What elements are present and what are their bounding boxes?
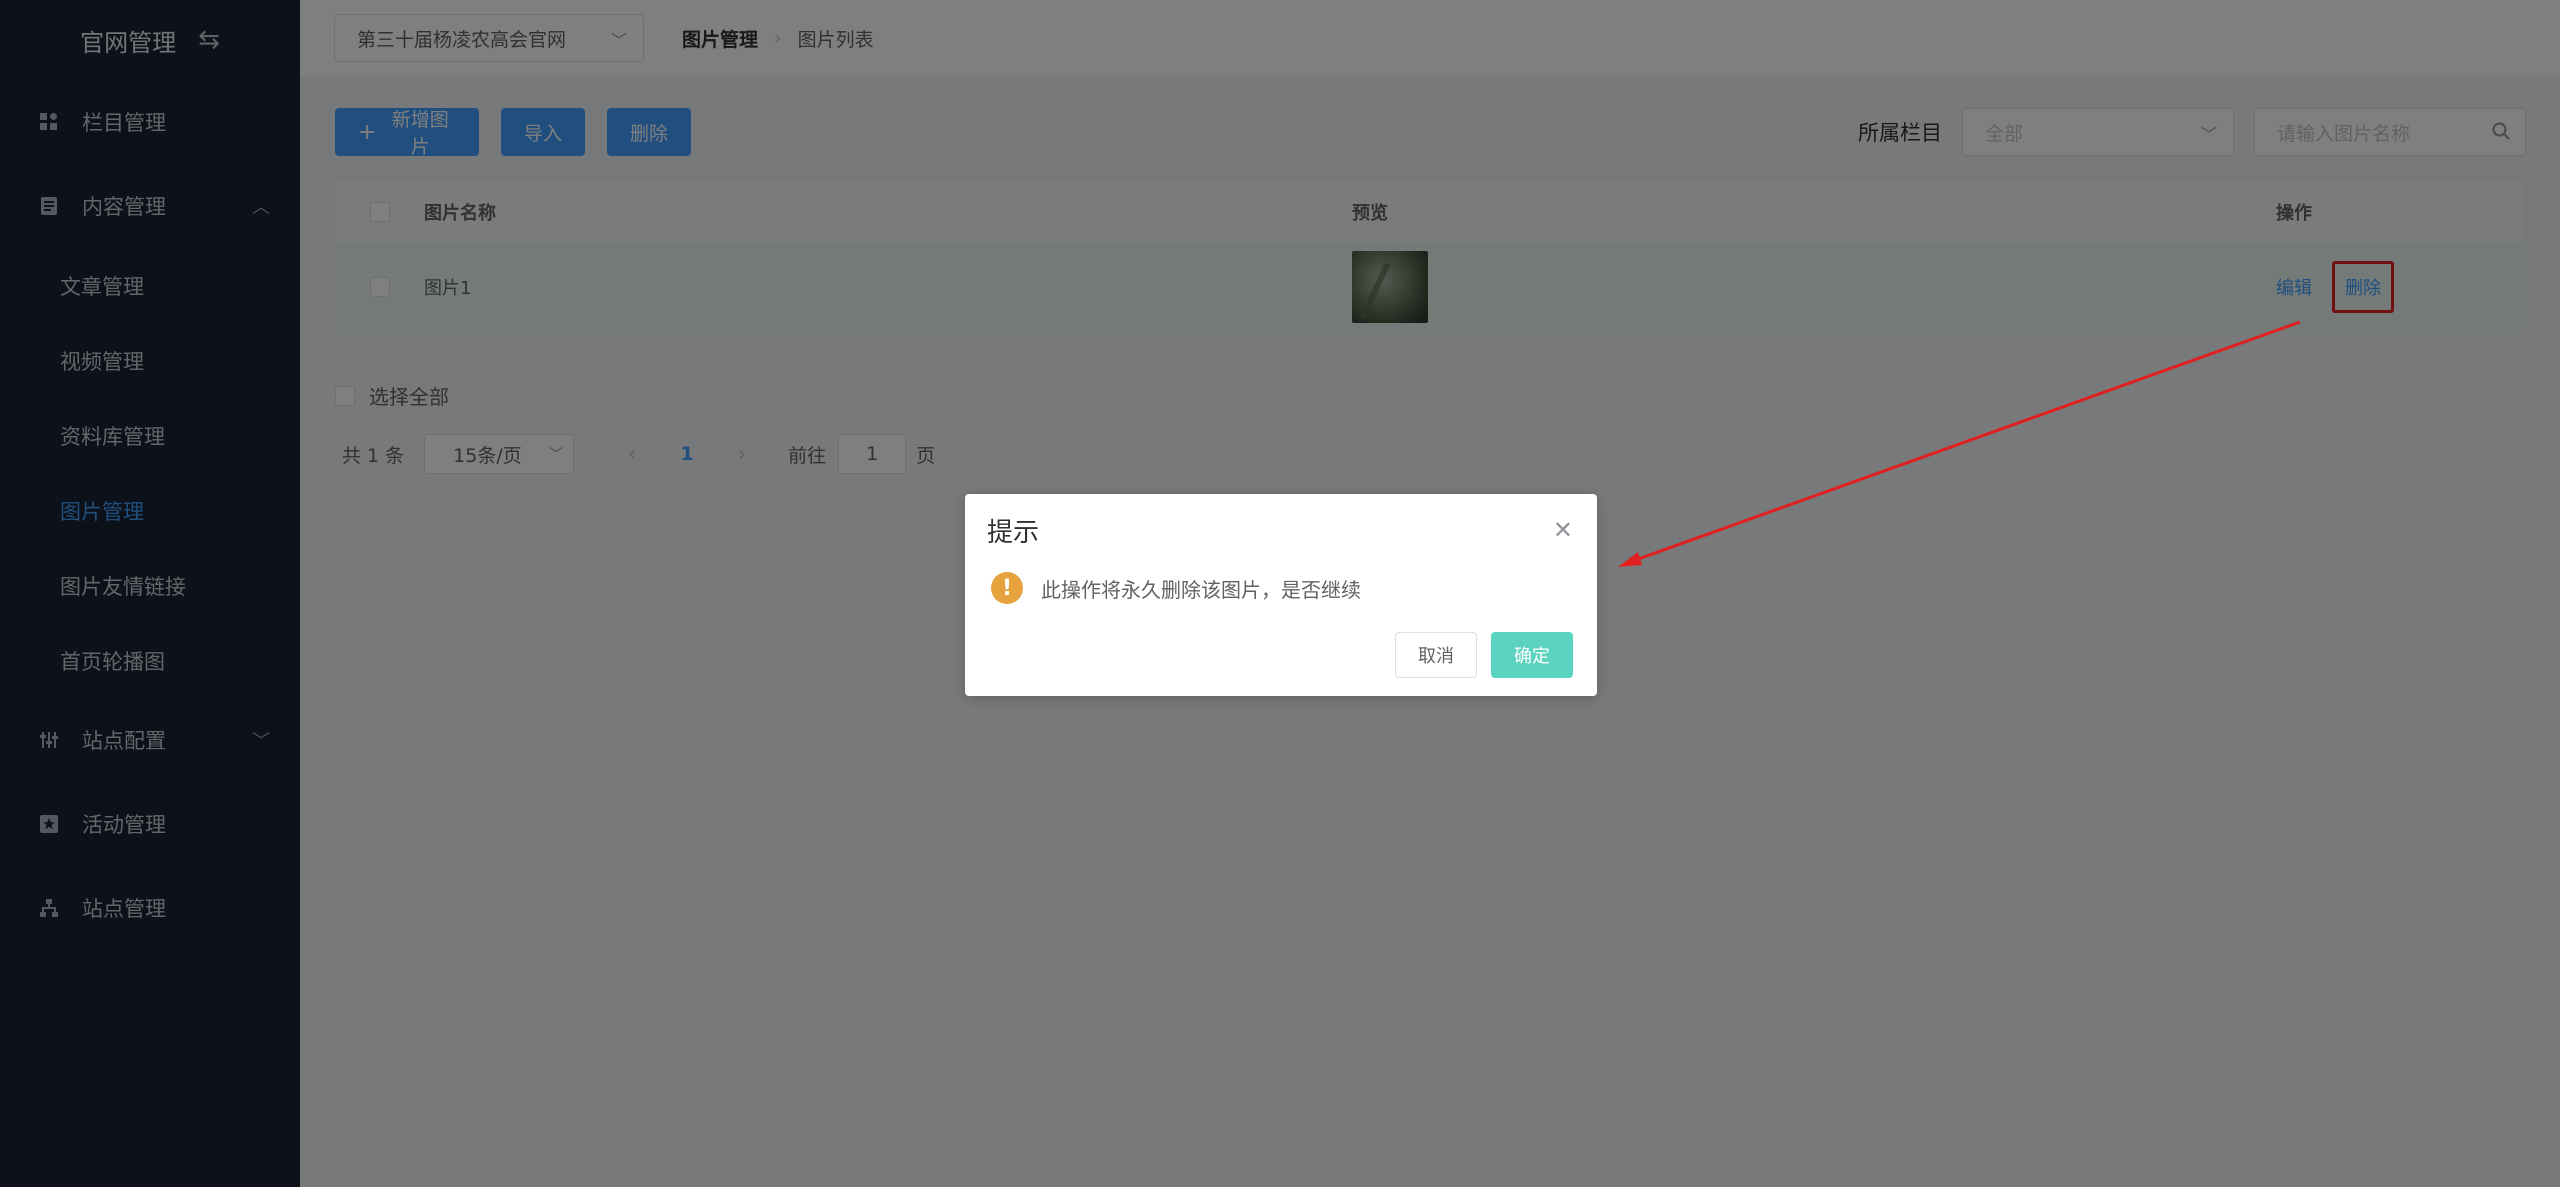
confirm-button[interactable]: 确定 xyxy=(1491,632,1573,678)
confirm-dialog: 提示 ✕ ! 此操作将永久删除该图片，是否继续 取消 确定 xyxy=(965,494,1597,696)
close-icon[interactable]: ✕ xyxy=(1553,516,1573,544)
dialog-message: 此操作将永久删除该图片，是否继续 xyxy=(1041,577,1361,602)
warning-icon: ! xyxy=(991,572,1023,604)
dialog-buttons: 取消 确定 xyxy=(1395,632,1573,678)
dialog-title: 提示 xyxy=(987,518,1040,548)
dialog-message-row: ! 此操作将永久删除该图片，是否继续 xyxy=(991,572,1361,604)
cancel-button[interactable]: 取消 xyxy=(1395,632,1477,678)
